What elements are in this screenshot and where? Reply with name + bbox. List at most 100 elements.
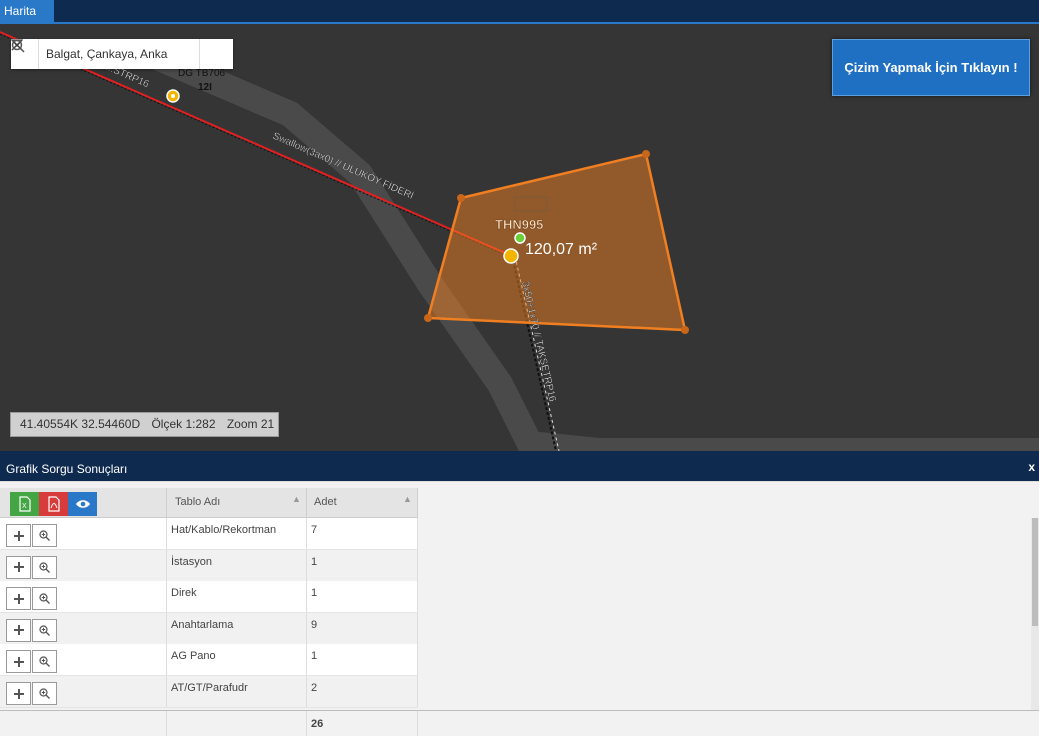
map-view[interactable]: THN995 120,07 m² DG TB706 12I Swallow(3a… (0, 24, 1039, 451)
zoom-in-icon (39, 593, 50, 605)
zoom-in-icon (39, 561, 50, 573)
table-row[interactable]: İstasyon 1 (0, 549, 418, 582)
line-label-1: Swallow(3ax0) // ULUKÖY FİDERİ (271, 129, 416, 202)
sort-icon[interactable]: ▲ (403, 494, 412, 504)
add-to-selection-button[interactable] (6, 555, 31, 579)
pole-marker-dot (171, 94, 175, 98)
column-divider (306, 549, 307, 581)
column-divider (306, 518, 307, 549)
eye-icon (75, 500, 90, 508)
toggle-visibility-button[interactable] (68, 492, 97, 516)
column-divider (417, 518, 418, 549)
cell-count: 9 (311, 618, 318, 631)
add-to-selection-button[interactable] (6, 650, 31, 674)
polygon-vertex[interactable] (681, 326, 689, 334)
table-row[interactable]: AG Pano 1 (0, 644, 418, 677)
column-divider (417, 644, 418, 676)
tab-harita[interactable]: Harita (0, 0, 54, 22)
zoom-to-button[interactable] (32, 618, 57, 642)
sort-icon[interactable]: ▲ (292, 494, 301, 504)
cell-table-name: AG Pano (171, 650, 216, 663)
results-panel-title: Grafik Sorgu Sonuçları (6, 462, 128, 476)
export-excel-button[interactable]: X (10, 492, 39, 516)
column-divider (417, 676, 418, 707)
table-row[interactable]: AT/GT/Parafudr 2 (0, 676, 418, 708)
zoom-to-button[interactable] (32, 650, 57, 674)
app-root: Harita THN995 120,07 m² DG TB706 12I Swa… (0, 0, 1039, 736)
cell-table-name: İstasyon (171, 555, 212, 568)
scrollbar[interactable] (1031, 518, 1039, 710)
polygon-vertex[interactable] (457, 194, 465, 202)
area-label: 120,07 m² (525, 241, 598, 258)
column-divider (166, 549, 167, 581)
polygon-vertex[interactable] (424, 314, 432, 322)
add-to-selection-button[interactable] (6, 524, 31, 547)
column-divider (306, 644, 307, 676)
column-divider (417, 581, 418, 613)
add-to-selection-button[interactable] (6, 618, 31, 642)
excel-icon: X (18, 496, 31, 512)
results-grid: X Tablo Adı ▲ Adet ▲ Hat/Kablo/Rekortman… (0, 481, 1039, 736)
search-input[interactable] (39, 40, 169, 68)
polygon-vertex[interactable] (642, 150, 650, 158)
feature-label: THN995 (495, 217, 543, 232)
column-divider (417, 488, 418, 518)
cell-count: 2 (311, 682, 318, 694)
scrollbar-thumb[interactable] (1032, 518, 1038, 626)
grid-header: X Tablo Adı ▲ Adet ▲ (0, 488, 418, 518)
draw-button[interactable]: Çizim Yapmak İçin Tıklayın ! (832, 39, 1030, 96)
coordinate-readout: 41.40554K 32.54460D (20, 417, 141, 431)
column-divider (306, 612, 307, 644)
total-count: 26 (311, 718, 324, 730)
cell-count: 1 (311, 650, 318, 663)
column-divider (166, 644, 167, 676)
column-divider (166, 518, 167, 549)
plus-icon (13, 593, 24, 604)
junction-marker-icon[interactable] (503, 248, 519, 264)
search-icon (11, 39, 25, 53)
station-marker-icon[interactable] (514, 232, 526, 244)
table-row[interactable]: Anahtarlama 9 (0, 612, 418, 645)
zoom-to-button[interactable] (32, 682, 57, 705)
status-bar: 41.40554K 32.54460D Ölçek 1:282 Zoom 21 (10, 412, 279, 437)
search-button[interactable] (11, 39, 229, 69)
plus-icon (13, 656, 24, 667)
column-divider (306, 710, 307, 736)
tab-bar: Harita (0, 0, 1039, 24)
table-row[interactable]: Direk 1 (0, 581, 418, 614)
column-divider (166, 676, 167, 707)
scale-readout: Ölçek 1:282 (151, 417, 216, 431)
column-divider (166, 612, 167, 644)
clear-button[interactable] (11, 39, 199, 69)
search-box (11, 39, 233, 69)
cell-table-name: Hat/Kablo/Rekortman (171, 524, 277, 536)
cell-table-name: Anahtarlama (171, 618, 234, 631)
zoom-to-button[interactable] (32, 524, 57, 547)
zoom-in-icon (39, 625, 50, 636)
column-divider (166, 710, 167, 736)
zoom-readout: Zoom 21 (226, 417, 275, 431)
close-panel-button[interactable]: x (1028, 460, 1035, 474)
zoom-in-icon (39, 530, 50, 541)
zoom-in-icon (39, 656, 50, 668)
plus-icon (13, 530, 24, 541)
plus-icon (13, 562, 24, 573)
export-toolbar: X (10, 492, 97, 516)
table-row[interactable]: Hat/Kablo/Rekortman 7 (0, 518, 418, 550)
column-divider (417, 549, 418, 581)
results-panel-header: Grafik Sorgu Sonuçları x (0, 451, 1039, 481)
pole-label-2: 12I (198, 82, 212, 93)
cell-table-name: Direk (171, 587, 197, 600)
column-header-table-name[interactable]: Tablo Adı (175, 496, 220, 508)
export-pdf-button[interactable] (39, 492, 68, 516)
add-to-selection-button[interactable] (6, 587, 31, 611)
pdf-icon (47, 496, 60, 512)
cell-table-name: AT/GT/Parafudr (171, 682, 248, 694)
svg-text:X: X (22, 503, 27, 510)
add-to-selection-button[interactable] (6, 682, 31, 705)
column-header-count[interactable]: Adet (314, 496, 337, 508)
zoom-to-button[interactable] (32, 555, 57, 579)
zoom-to-button[interactable] (32, 587, 57, 611)
column-divider (306, 676, 307, 707)
cell-count: 1 (311, 587, 318, 600)
